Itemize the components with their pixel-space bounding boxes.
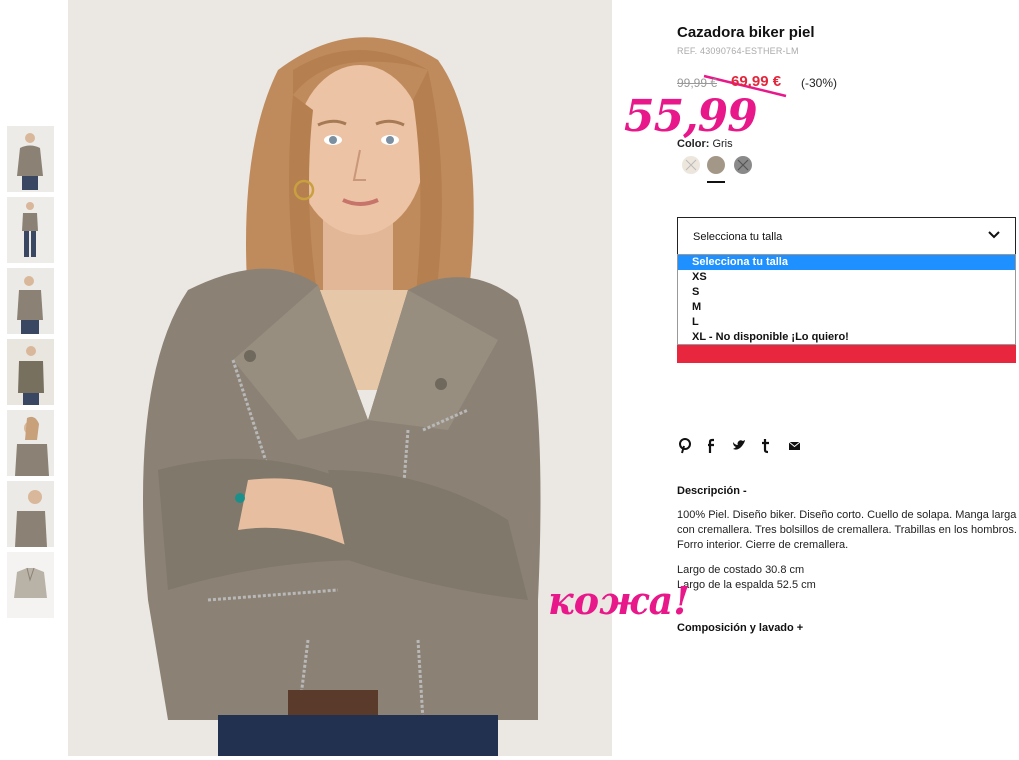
thumbnail-4[interactable] bbox=[7, 339, 54, 405]
twitter-icon[interactable] bbox=[732, 438, 746, 454]
social-share-bar bbox=[677, 438, 817, 454]
unavailable-cross-icon bbox=[685, 159, 697, 171]
unavailable-cross-icon bbox=[737, 159, 749, 171]
swatch-gris[interactable] bbox=[707, 156, 725, 174]
measure-side-length: Largo de costado 30.8 cm bbox=[677, 564, 805, 576]
size-option-m[interactable]: M bbox=[678, 300, 1015, 315]
old-price: 99,99 € bbox=[677, 76, 718, 90]
thumbnail-list bbox=[7, 126, 54, 623]
product-main-image bbox=[68, 0, 612, 756]
color-swatches bbox=[677, 156, 797, 186]
description-text: 100% Piel. Diseño biker. Diseño corto. C… bbox=[677, 509, 1017, 551]
size-dropdown-list: Selecciona tu talla XS S M L XL - No dis… bbox=[677, 254, 1016, 345]
swatch-gris-oscuro[interactable] bbox=[734, 156, 752, 174]
measurements: Largo de costado 30.8 cm Largo de la esp… bbox=[677, 563, 816, 593]
thumbnail-1[interactable] bbox=[7, 126, 54, 192]
measure-back-length: Largo de la espalda 52.5 cm bbox=[677, 579, 816, 591]
thumbnail-6[interactable] bbox=[7, 481, 54, 547]
size-option-l[interactable]: L bbox=[678, 315, 1015, 330]
email-icon[interactable] bbox=[788, 438, 801, 454]
swatch-crema[interactable] bbox=[682, 156, 700, 174]
handwritten-material-note: кожа! bbox=[548, 578, 690, 623]
chevron-down-icon bbox=[988, 231, 1000, 239]
thumbnail-2[interactable] bbox=[7, 197, 54, 263]
size-option-s[interactable]: S bbox=[678, 285, 1015, 300]
size-option-xs[interactable]: XS bbox=[678, 270, 1015, 285]
pinterest-icon[interactable] bbox=[679, 438, 691, 454]
color-label: Color: Gris bbox=[677, 138, 733, 150]
product-ref: REF. 43090764-ESTHER-LM bbox=[677, 46, 799, 56]
color-label-value: Gris bbox=[712, 138, 733, 150]
size-option-xl[interactable]: XL - No disponible ¡Lo quiero! bbox=[678, 330, 1015, 345]
product-title: Cazadora biker piel bbox=[677, 24, 815, 41]
add-to-cart-button[interactable] bbox=[677, 345, 1016, 363]
size-select-label: Selecciona tu talla bbox=[693, 231, 783, 243]
description-title[interactable]: Descripción - bbox=[677, 485, 747, 497]
size-option-placeholder[interactable]: Selecciona tu talla bbox=[678, 255, 1015, 270]
sale-price: 69,99 € bbox=[731, 73, 782, 90]
composition-toggle[interactable]: Composición y lavado + bbox=[677, 622, 803, 634]
thumbnail-5[interactable] bbox=[7, 410, 54, 476]
selected-swatch-indicator bbox=[707, 181, 725, 183]
thumbnail-3[interactable] bbox=[7, 268, 54, 334]
tumblr-icon[interactable] bbox=[762, 438, 770, 454]
facebook-icon[interactable] bbox=[708, 438, 716, 454]
size-select[interactable]: Selecciona tu talla bbox=[677, 217, 1016, 255]
discount-badge: (-30%) bbox=[801, 76, 838, 90]
model-wearing-jacket-illustration bbox=[68, 0, 612, 756]
handwritten-price-note: 55,99 bbox=[624, 91, 758, 142]
color-label-key: Color: bbox=[677, 138, 710, 150]
thumbnail-7[interactable] bbox=[7, 552, 54, 618]
